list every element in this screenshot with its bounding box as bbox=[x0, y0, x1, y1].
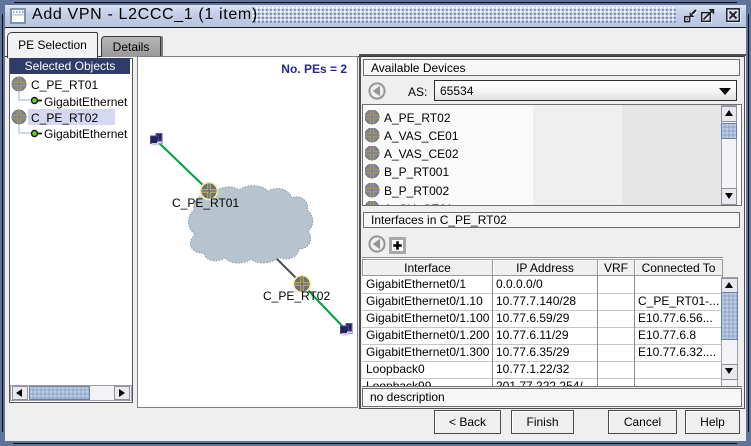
svg-text:C_PE_RT02: C_PE_RT02 bbox=[263, 289, 330, 303]
svg-text:C_PE_RT01: C_PE_RT01 bbox=[172, 196, 239, 210]
